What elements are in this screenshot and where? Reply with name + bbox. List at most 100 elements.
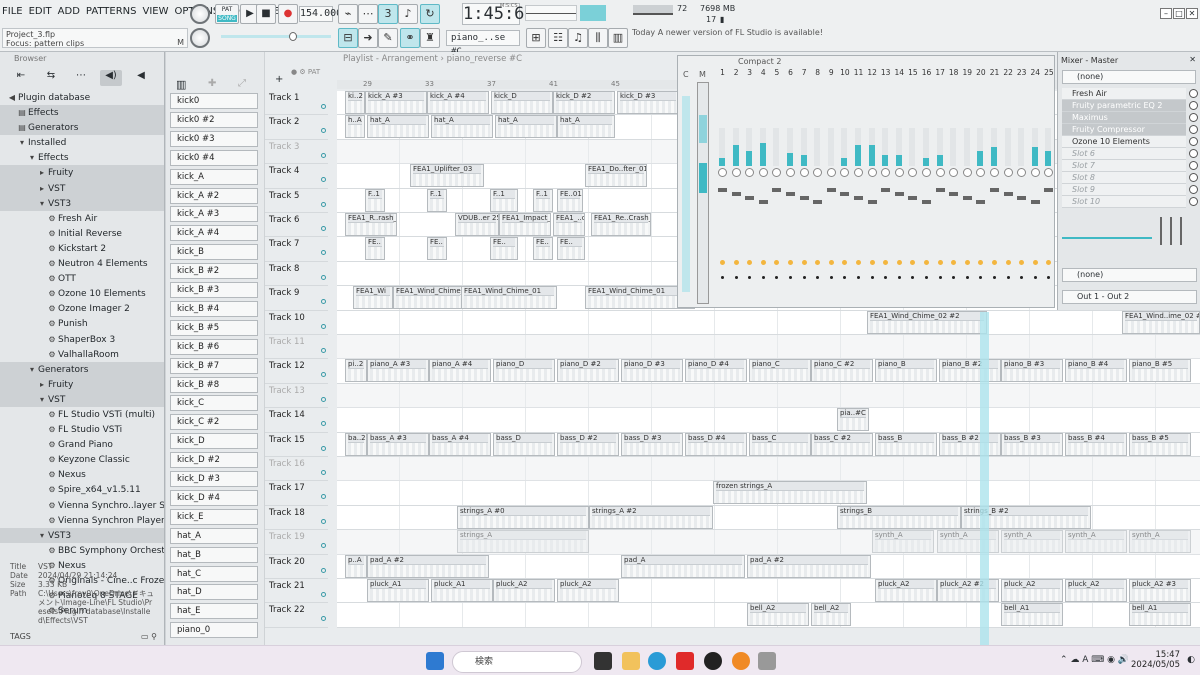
- route-dot[interactable]: [816, 276, 820, 279]
- pattern-clip[interactable]: pluck_A2: [557, 579, 619, 602]
- track-header[interactable]: Track 3: [265, 139, 328, 165]
- tree-item[interactable]: ⚙ ValhallaRoom: [0, 347, 164, 362]
- pattern-clip[interactable]: kick_D: [491, 91, 553, 114]
- pattern-selector[interactable]: piano_..se #C: [446, 30, 520, 57]
- tree-item[interactable]: ⚙ Fresh Air: [0, 211, 164, 226]
- pattern-clip[interactable]: piano_D: [493, 359, 555, 383]
- track-mute-dot[interactable]: [321, 152, 326, 158]
- pattern-clip[interactable]: piano_B #5: [1129, 359, 1191, 383]
- pan-knob[interactable]: [813, 168, 823, 177]
- pan-knob[interactable]: [745, 168, 755, 177]
- pattern-clip[interactable]: piano_C: [749, 359, 811, 383]
- pattern-clip[interactable]: pad_A #2: [367, 554, 489, 578]
- route-dot[interactable]: [870, 276, 874, 279]
- step-edit-icon[interactable]: ♪: [398, 4, 418, 24]
- metronome-icon[interactable]: ⌁: [338, 4, 358, 24]
- pan-knob[interactable]: [976, 168, 986, 177]
- track-mute-dot[interactable]: [321, 543, 326, 549]
- stereo-knob[interactable]: [992, 260, 997, 265]
- track-header[interactable]: Track 9: [265, 286, 328, 311]
- volume-fader[interactable]: [799, 196, 809, 200]
- stereo-knob[interactable]: [733, 260, 739, 265]
- track-mute-dot[interactable]: [321, 299, 326, 305]
- effect-slot[interactable]: Ozone 10 Elements: [1062, 136, 1198, 148]
- channel-button[interactable]: kick_A #2: [170, 187, 258, 204]
- stereo-knob[interactable]: [1046, 260, 1052, 265]
- pattern-clip[interactable]: pluck_A2: [1001, 579, 1063, 602]
- record-button[interactable]: ●: [278, 4, 298, 24]
- tree-item[interactable]: ⚙ Kickstart 2: [0, 241, 164, 256]
- pattern-clip[interactable]: hat_A: [557, 115, 615, 139]
- pattern-clip[interactable]: pluck_A2 #2: [937, 579, 999, 602]
- route-dot[interactable]: [993, 276, 996, 279]
- track-header[interactable]: Track 8: [265, 261, 328, 287]
- pattern-clip[interactable]: pluck_A1: [431, 579, 493, 602]
- stereo-knob[interactable]: [869, 260, 875, 265]
- master-slider[interactable]: [221, 32, 331, 41]
- slot-power-icon[interactable]: [1189, 197, 1198, 206]
- master-preset-select[interactable]: (none): [1062, 70, 1196, 84]
- mixer-strip[interactable]: 2: [730, 68, 743, 304]
- effect-slot[interactable]: Fruity parametric EQ 2: [1062, 100, 1198, 112]
- effect-slot[interactable]: Maximus: [1062, 112, 1198, 124]
- mixer-strip[interactable]: 21: [988, 68, 1001, 304]
- mixer-strip[interactable]: 20: [974, 68, 987, 304]
- channel-button[interactable]: hat_C: [170, 565, 258, 582]
- tree-item[interactable]: ▸ Fruity: [0, 165, 164, 181]
- pattern-clip[interactable]: bass_A #4: [429, 432, 491, 456]
- pattern-clip[interactable]: hat_A: [367, 115, 429, 139]
- channel-button[interactable]: kick_E: [170, 508, 258, 525]
- channel-button[interactable]: hat_A: [170, 527, 258, 544]
- master-strip[interactable]: [697, 82, 709, 304]
- channel-button[interactable]: kick_B #7: [170, 357, 258, 374]
- stereo-knob[interactable]: [924, 260, 929, 265]
- eq-faders[interactable]: [1158, 217, 1188, 247]
- pattern-clip[interactable]: strings_A #0: [457, 505, 589, 529]
- pattern-clip[interactable]: FEA1_Wind_Chime_02 #2: [867, 310, 987, 334]
- route-dot[interactable]: [857, 276, 860, 279]
- pencil-icon[interactable]: ✎: [378, 28, 398, 48]
- pattern-clip[interactable]: FEA1_Do..fter_01: [585, 164, 647, 188]
- channel-rack-icon[interactable]: ▥: [608, 28, 628, 48]
- track-mute-dot[interactable]: [321, 567, 326, 573]
- slot-power-icon[interactable]: [1189, 125, 1198, 134]
- pan-knob[interactable]: [949, 168, 959, 177]
- tree-item[interactable]: ▤ Effects: [0, 105, 164, 121]
- pattern-clip[interactable]: FEA1_Re..Crash_01: [591, 213, 651, 236]
- mixer-strip[interactable]: 24: [1029, 68, 1042, 304]
- track-lane[interactable]: FEA1_Wind_Chime_02 #2 FEA1_Wind..ime_02 #…: [337, 310, 1200, 335]
- volume-fader[interactable]: [772, 188, 782, 192]
- stereo-knob[interactable]: [815, 260, 821, 265]
- tree-item[interactable]: ⚙ FL Studio VSTi (multi): [0, 407, 164, 422]
- route-dot[interactable]: [911, 276, 915, 279]
- menu-item-add[interactable]: ADD: [58, 6, 80, 17]
- playlist-icon[interactable]: ☷: [548, 28, 568, 48]
- tree-item[interactable]: ⚙ ShaperBox 3: [0, 332, 164, 347]
- track-lane[interactable]: bell_A2 bell_A2 bell_A1 bell_A1: [337, 603, 1200, 628]
- menu-item-edit[interactable]: EDIT: [29, 6, 52, 17]
- mixer-strip[interactable]: 14: [893, 68, 906, 304]
- mixer-strip[interactable]: 9: [825, 68, 838, 304]
- mixer-strip[interactable]: 13: [879, 68, 892, 304]
- track-mute-dot[interactable]: [321, 274, 326, 280]
- pattern-clip[interactable]: piano_A #4: [429, 359, 491, 383]
- pan-knob[interactable]: [786, 168, 795, 177]
- track-header[interactable]: Track 4: [265, 164, 328, 189]
- track-mute-dot[interactable]: [321, 250, 326, 256]
- stereo-knob[interactable]: [978, 260, 984, 265]
- channel-button[interactable]: kick_B: [170, 244, 258, 261]
- eq-preset-select[interactable]: (none): [1062, 268, 1197, 282]
- track-mute-dot[interactable]: [321, 396, 326, 402]
- route-dot[interactable]: [789, 276, 792, 279]
- track-lane[interactable]: ba..2 bass_A #3 bass_A #4 bass_D bass_D #2 ba…: [337, 432, 1200, 457]
- mixer-strip[interactable]: 19: [961, 68, 974, 304]
- tree-item[interactable]: ⚙ FL Studio VSTi: [0, 422, 164, 437]
- menu-item-view[interactable]: VIEW: [143, 6, 169, 17]
- pattern-clip[interactable]: bell_A2: [747, 603, 809, 627]
- channel-button[interactable]: kick_B #2: [170, 263, 258, 280]
- track-mute-dot[interactable]: [321, 201, 326, 207]
- track-lane[interactable]: frozen strings_A: [337, 481, 1200, 506]
- stereo-knob[interactable]: [801, 260, 807, 265]
- pattern-clip[interactable]: bass_D #2: [557, 432, 619, 456]
- menu-item-file[interactable]: FILE: [2, 6, 23, 17]
